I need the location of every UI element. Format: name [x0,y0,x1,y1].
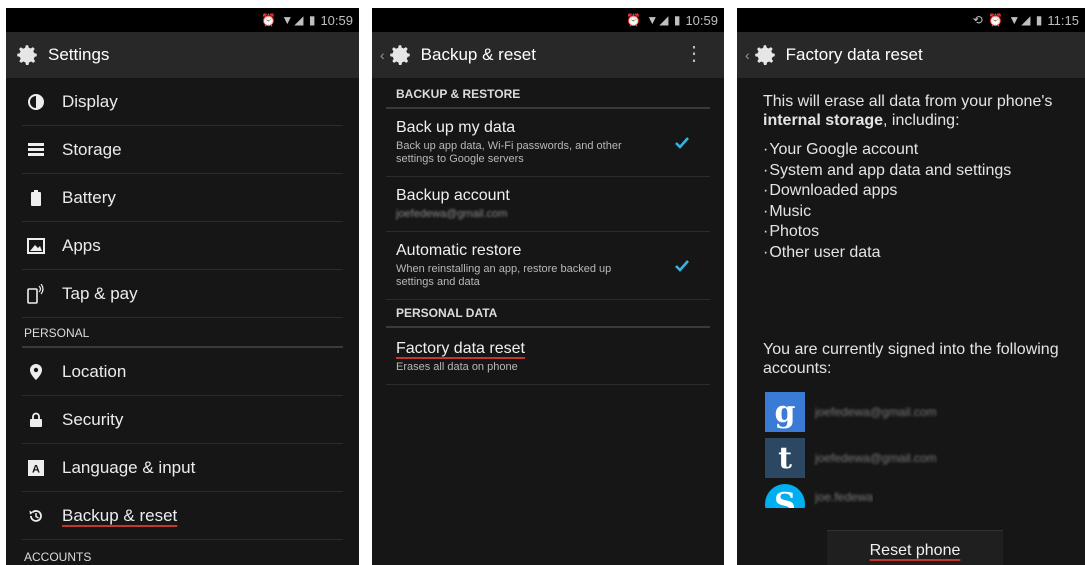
status-time: 11:15 [1047,12,1079,28]
apps-icon [26,236,46,256]
svg-text:A: A [32,463,40,475]
page-title: Settings [48,45,110,64]
item-title: Backup account [396,187,510,204]
settings-item-tap-pay[interactable]: Tap & pay [22,270,343,318]
backup-data-checkbox[interactable] [674,135,690,151]
account-row-tumblr: t joefedewa@gmail.com [765,438,937,478]
overflow-menu-icon[interactable]: ⋮ [684,44,704,64]
action-bar: ‹ Factory data reset [737,32,1085,78]
account-row-google: g joefedewa@gmail.com [765,392,937,432]
back-icon[interactable]: ‹ [380,47,385,63]
status-bar: ⟲ ⏰ ▼◢ ▮ 11:15 [737,8,1085,32]
warning-text-part: This will erase all data from your phone… [763,93,1053,110]
page-title: Factory data reset [785,45,923,64]
section-header-personal-data: PERSONAL DATA [386,300,710,328]
erase-warning-text: This will erase all data from your phone… [737,78,1085,130]
action-bar: Settings [6,32,359,78]
gear-icon [389,45,410,65]
status-icons: ⏰ ▼◢ ▮ [261,13,317,27]
account-row-skype: S joe.fedewa [765,484,873,508]
item-subtitle: joefedewa@gmail.com [396,208,508,220]
settings-item-label: Backup & reset [62,505,178,525]
item-subtitle: When reinstalling an app, restore backed… [396,263,612,288]
backup-reset-screen: ⏰ ▼◢ ▮ 10:59 ‹ Backup & reset ⋮ BACKUP &… [372,8,724,565]
settings-screen: ⏰ ▼◢ ▮ 10:59 Settings Display Storage Ba… [6,8,359,565]
account-email: joefedewa@gmail.com [815,405,937,419]
list-item: Music [763,202,1059,223]
settings-item-label: Language & input [62,457,196,477]
status-icons: ⏰ ▼◢ ▮ [626,13,682,27]
settings-item-storage[interactable]: Storage [22,126,343,174]
lock-icon [26,410,46,430]
account-email: joe.fedewa [815,490,874,504]
auto-restore-checkbox[interactable] [674,258,690,274]
signed-in-text: You are currently signed into the follow… [763,341,1059,377]
list-item: Other user data [763,243,1059,264]
account-email: joefedewa@gmail.com [815,451,937,465]
list-item: Downloaded apps [763,181,1059,202]
back-icon[interactable]: ‹ [745,47,750,63]
skype-icon: S [765,484,805,508]
status-time: 10:59 [320,12,353,28]
automatic-restore-item[interactable]: Automatic restore When reinstalling an a… [386,232,710,300]
backup-my-data-item[interactable]: Back up my data Back up app data, Wi-Fi … [386,109,710,177]
erase-items-list: Your Google account System and app data … [737,130,1085,263]
settings-item-security[interactable]: Security [22,396,343,444]
item-title: Back up my data [396,119,516,136]
settings-item-label: Apps [62,235,101,255]
tumblr-icon: t [765,438,805,478]
page-title: Backup & reset [420,45,536,64]
location-icon [26,362,46,382]
item-title: Factory data reset [396,340,525,357]
settings-item-label: Storage [62,139,122,159]
gear-icon [754,45,775,65]
settings-item-label: Security [62,409,124,429]
backup-icon [26,506,46,526]
status-icons: ⟲ ⏰ ▼◢ ▮ [972,13,1044,27]
item-subtitle: Erases all data on phone [396,361,518,373]
storage-icon [26,140,46,160]
settings-item-backup-reset[interactable]: Backup & reset [22,492,343,540]
backup-account-item[interactable]: Backup account joefedewa@gmail.com [386,177,710,232]
settings-item-label: Display [62,91,118,111]
settings-item-apps[interactable]: Apps [22,222,343,270]
list-item: Your Google account [763,140,1059,161]
warning-text-bold: internal storage [763,112,884,129]
reset-button-label: Reset phone [869,542,961,559]
settings-item-label: Tap & pay [62,283,138,303]
settings-item-location[interactable]: Location [22,348,343,396]
settings-item-label: Location [62,361,127,381]
tap-pay-icon [26,283,46,304]
settings-item-display[interactable]: Display [22,78,343,126]
gear-icon [17,45,37,65]
section-header-backup: BACKUP & RESTORE [386,78,710,109]
status-time: 10:59 [685,12,718,28]
section-header-personal: PERSONAL [22,318,343,348]
factory-reset-screen: ⟲ ⏰ ▼◢ ▮ 11:15 ‹ Factory data reset This… [737,8,1085,565]
status-bar: ⏰ ▼◢ ▮ 10:59 [6,8,359,32]
settings-item-label: Battery [62,187,116,207]
battery-icon [26,188,46,208]
status-bar: ⏰ ▼◢ ▮ 10:59 [372,8,724,32]
item-subtitle: Back up app data, Wi-Fi passwords, and o… [396,140,622,165]
google-icon: g [765,392,805,432]
display-icon [26,92,46,112]
item-title: Automatic restore [396,242,522,259]
section-header-accounts: ACCOUNTS [24,550,92,564]
list-item: Photos [763,222,1059,243]
keyboard-icon: A [26,458,46,478]
action-bar: ‹ Backup & reset ⋮ [372,32,724,78]
reset-phone-button[interactable]: Reset phone [827,530,1003,565]
list-item: System and app data and settings [763,161,1059,182]
factory-data-reset-item[interactable]: Factory data reset Erases all data on ph… [386,328,710,385]
settings-item-battery[interactable]: Battery [22,174,343,222]
settings-item-language[interactable]: A Language & input [22,444,343,492]
warning-text-part: , including: [883,112,960,129]
